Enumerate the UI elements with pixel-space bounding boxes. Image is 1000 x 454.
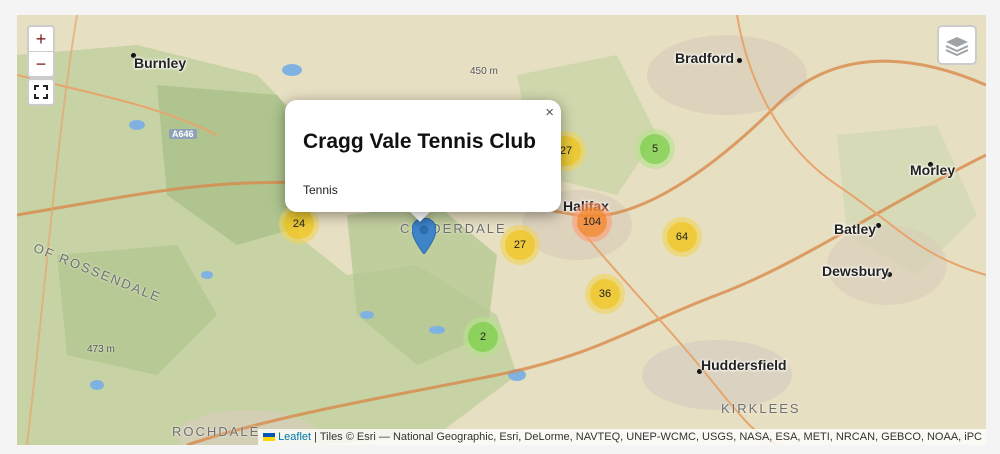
attribution-text: | Tiles © Esri — National Geographic, Es… (311, 431, 982, 443)
cluster-count: 64 (667, 222, 697, 252)
cluster-count: 104 (577, 207, 607, 237)
zoom-in-button[interactable]: + (29, 27, 53, 52)
cluster-count: 5 (640, 134, 670, 164)
leaflet-link[interactable]: Leaflet (278, 431, 311, 443)
region-kirklees: KIRKLEES (721, 401, 801, 416)
spot-height-473: 473 m (87, 344, 115, 355)
fullscreen-button[interactable] (27, 78, 55, 106)
cluster-count: 24 (284, 209, 314, 239)
cluster-marker[interactable]: 5 (635, 129, 675, 169)
popup-close-button[interactable]: × (545, 104, 554, 121)
cluster-count: 27 (505, 230, 535, 260)
region-rochdale: ROCHDALE (172, 424, 261, 439)
attribution: Leaflet | Tiles © Esri — National Geogra… (258, 429, 986, 445)
popup-title: Cragg Vale Tennis Club (303, 130, 536, 153)
map-container[interactable]: Burnley Bradford Morley Batley Dewsbury … (17, 15, 986, 445)
location-marker-icon[interactable] (411, 217, 437, 259)
cluster-marker[interactable]: 27 (500, 225, 540, 265)
layers-icon (945, 37, 969, 57)
place-huddersfield: Huddersfield (701, 357, 787, 373)
layers-button[interactable] (937, 25, 977, 65)
place-batley: Batley (834, 221, 877, 237)
cluster-marker[interactable]: 64 (662, 217, 702, 257)
cluster-count: 36 (590, 279, 620, 309)
cluster-count: 2 (468, 322, 498, 352)
fullscreen-icon (34, 85, 48, 99)
cluster-marker[interactable]: 2 (463, 317, 503, 357)
ukraine-flag-icon (263, 433, 276, 441)
zoom-out-button[interactable]: − (29, 52, 53, 76)
spot-height-450: 450 m (470, 66, 498, 77)
place-morley: Morley (910, 162, 956, 178)
bradford-dot (737, 58, 742, 63)
batley-dot (876, 223, 881, 228)
place-dewsbury: Dewsbury (822, 263, 889, 279)
place-bradford: Bradford (675, 50, 735, 66)
place-burnley: Burnley (134, 55, 187, 71)
popup: × Cragg Vale Tennis Club Tennis (285, 100, 561, 212)
popup-category: Tennis (303, 183, 338, 197)
cluster-marker[interactable]: 104 (572, 202, 612, 242)
cluster-marker[interactable]: 36 (585, 274, 625, 314)
road-label-a646: A646 (169, 129, 197, 139)
zoom-control: + − (27, 25, 55, 78)
